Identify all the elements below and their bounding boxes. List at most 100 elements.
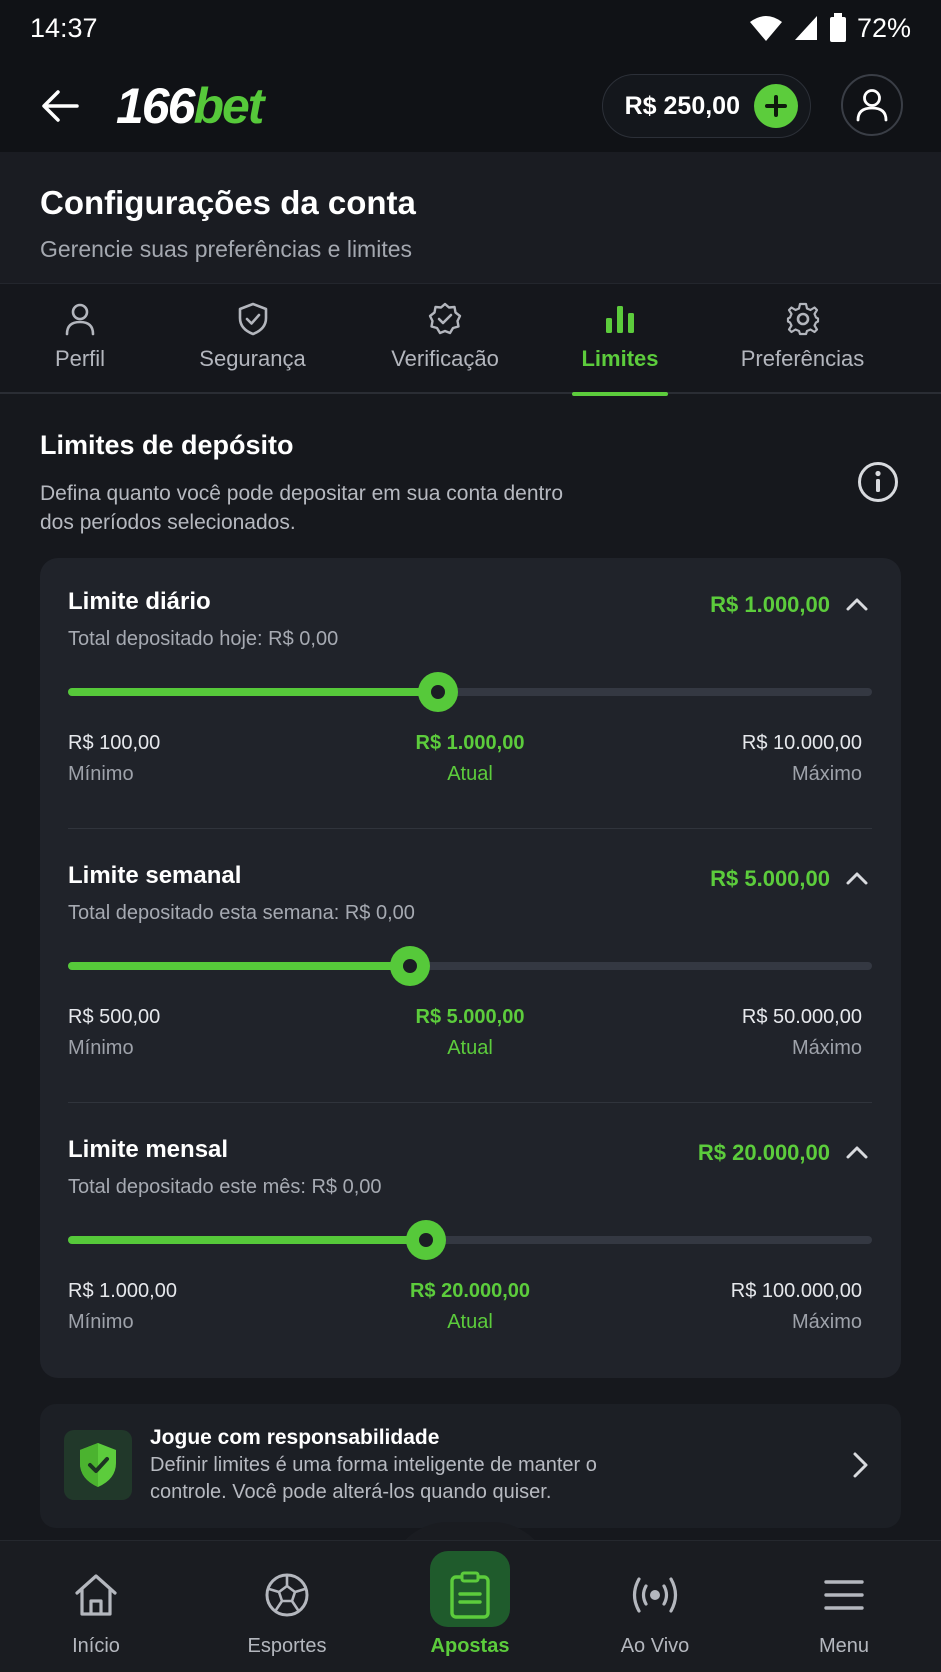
- min-label: Mínimo: [68, 1037, 134, 1059]
- page-header: Configurações da conta Gerencie suas pre…: [0, 152, 941, 284]
- divider: [68, 1102, 872, 1103]
- limit-slider[interactable]: [68, 672, 872, 712]
- limit-deposited-total: Total depositado hoje: R$ 0,00: [68, 628, 339, 650]
- balance-amount: R$ 250,00: [624, 91, 740, 120]
- user-icon: [65, 303, 95, 336]
- tab-perfil[interactable]: Perfil: [20, 284, 140, 394]
- limit-value: R$ 20.000,00: [697, 1140, 830, 1165]
- nav-apostas[interactable]: Apostas: [395, 1541, 545, 1672]
- deposit-limits-card: Limite diário R$ 1.000,00 Total deposita…: [40, 558, 901, 1378]
- slider-current: R$ 20.000,00 Atual: [410, 1280, 530, 1334]
- bar-chart-icon: [606, 306, 634, 333]
- page-subtitle: Gerencie suas preferências e limites: [40, 236, 412, 262]
- limit-monthly: Limite mensal R$ 20.000,00 Total deposit…: [68, 1106, 872, 1376]
- limit-weekly: Limite semanal R$ 5.000,00 Total deposit…: [68, 832, 872, 1102]
- status-time: 14:37: [30, 12, 98, 43]
- divider: [68, 828, 872, 829]
- slider-scale: R$ 1.000,00 Mínimo R$ 20.000,00 Atual R$…: [68, 1280, 872, 1340]
- slider-thumb[interactable]: [417, 672, 458, 712]
- arrow-left-icon: [42, 90, 79, 122]
- shield-check-icon: [80, 1443, 116, 1487]
- section-title: Limites de depósito: [40, 430, 294, 460]
- responsible-icon-box: [64, 1430, 132, 1500]
- back-button[interactable]: [38, 84, 82, 128]
- chevron-up-icon[interactable]: [842, 1138, 872, 1168]
- current-label: Atual: [447, 1311, 493, 1333]
- status-icons: 72%: [749, 13, 911, 44]
- logo-number: 166: [116, 78, 195, 134]
- min-value: R$ 100,00: [68, 732, 161, 754]
- slider-fill: [68, 962, 410, 970]
- app-header: 166 bet R$ 250,00: [0, 62, 941, 150]
- max-label: Máximo: [791, 1037, 862, 1059]
- limit-value: R$ 1.000,00: [710, 592, 830, 617]
- cell-signal-icon: [794, 16, 817, 40]
- settings-tabs: Perfil Segurança Verificação Limites Pre…: [0, 284, 941, 396]
- slider-max: R$ 10.000,00 Máximo: [742, 732, 862, 786]
- max-label: Máximo: [791, 1311, 862, 1333]
- live-broadcast-icon: [632, 1577, 678, 1613]
- tab-seguranca[interactable]: Segurança: [180, 284, 325, 394]
- profile-button[interactable]: [841, 74, 903, 136]
- status-bar: 14:37 72%: [0, 0, 941, 56]
- shield-icon: [238, 302, 267, 336]
- responsible-title: Jogue com responsabilidade: [150, 1426, 440, 1449]
- add-funds-button[interactable]: [754, 84, 798, 128]
- tab-label: Perfil: [54, 346, 106, 371]
- menu-icon: [824, 1580, 864, 1610]
- slider-scale: R$ 500,00 Mínimo R$ 5.000,00 Atual R$ 50…: [68, 1006, 872, 1066]
- tab-preferencias[interactable]: Preferências: [730, 284, 875, 394]
- page-title: Configurações da conta: [40, 184, 416, 221]
- slider-thumb[interactable]: [405, 1220, 446, 1260]
- min-label: Mínimo: [68, 1311, 134, 1333]
- bet-slip-icon: [450, 1571, 490, 1619]
- nav-label: Início: [72, 1635, 120, 1657]
- gear-icon: [786, 302, 819, 336]
- responsible-gaming-card[interactable]: Jogue com responsabilidade Definir limit…: [40, 1404, 901, 1528]
- tab-label: Limites: [581, 346, 659, 371]
- info-icon[interactable]: [856, 460, 900, 504]
- tab-label: Preferências: [740, 346, 865, 371]
- tab-verificacao[interactable]: Verificação: [370, 284, 520, 394]
- min-label: Mínimo: [68, 763, 134, 785]
- slider-thumb[interactable]: [389, 946, 430, 986]
- current-value: R$ 20.000,00: [409, 1280, 531, 1302]
- nav-label: Apostas: [430, 1635, 510, 1657]
- slider-max: R$ 100.000,00 Máximo: [731, 1280, 862, 1334]
- current-label: Atual: [447, 1037, 493, 1059]
- logo-brand: bet: [193, 78, 264, 134]
- logo: 166 bet: [116, 77, 264, 135]
- nav-esportes[interactable]: Esportes: [212, 1541, 362, 1672]
- chevron-up-icon[interactable]: [842, 590, 872, 620]
- nav-label: Esportes: [247, 1635, 327, 1657]
- limit-deposited-total: Total depositado esta semana: R$ 0,00: [68, 902, 415, 924]
- section-description: Defina quanto você pode depositar em sua…: [40, 482, 564, 534]
- chevron-up-icon[interactable]: [842, 864, 872, 894]
- min-value: R$ 500,00: [68, 1006, 161, 1028]
- nav-ao-vivo[interactable]: Ao Vivo: [580, 1541, 730, 1672]
- max-value: R$ 10.000,00: [741, 732, 862, 754]
- wifi-icon: [749, 16, 782, 41]
- nav-inicio[interactable]: Início: [21, 1541, 171, 1672]
- slider-scale: R$ 100,00 Mínimo R$ 1.000,00 Atual R$ 10…: [68, 732, 872, 792]
- limit-deposited-total: Total depositado este mês: R$ 0,00: [68, 1176, 382, 1198]
- slider-current: R$ 5.000,00 Atual: [416, 1006, 525, 1060]
- slider-fill: [68, 688, 438, 696]
- nav-menu[interactable]: Menu: [769, 1541, 919, 1672]
- bottom-navigation: Início Esportes Apostas Ao Vivo Menu: [0, 1540, 941, 1672]
- slider-fill: [68, 1236, 426, 1244]
- slider-min: R$ 500,00 Mínimo: [68, 1006, 160, 1060]
- active-tab-indicator: [572, 392, 668, 396]
- limit-slider[interactable]: [68, 946, 872, 986]
- limit-daily: Limite diário R$ 1.000,00 Total deposita…: [68, 558, 872, 828]
- battery-percent: 72%: [856, 12, 911, 43]
- tab-limites[interactable]: Limites: [572, 284, 668, 396]
- balance-pill[interactable]: R$ 250,00: [601, 74, 811, 138]
- tab-label: Segurança: [199, 346, 306, 371]
- limit-slider[interactable]: [68, 1220, 872, 1260]
- max-label: Máximo: [791, 763, 862, 785]
- tab-label: Verificação: [391, 346, 499, 371]
- content-area: Configurações da conta Gerencie suas pre…: [0, 152, 941, 1540]
- current-value: R$ 1.000,00: [415, 732, 525, 754]
- battery-icon: [829, 13, 846, 42]
